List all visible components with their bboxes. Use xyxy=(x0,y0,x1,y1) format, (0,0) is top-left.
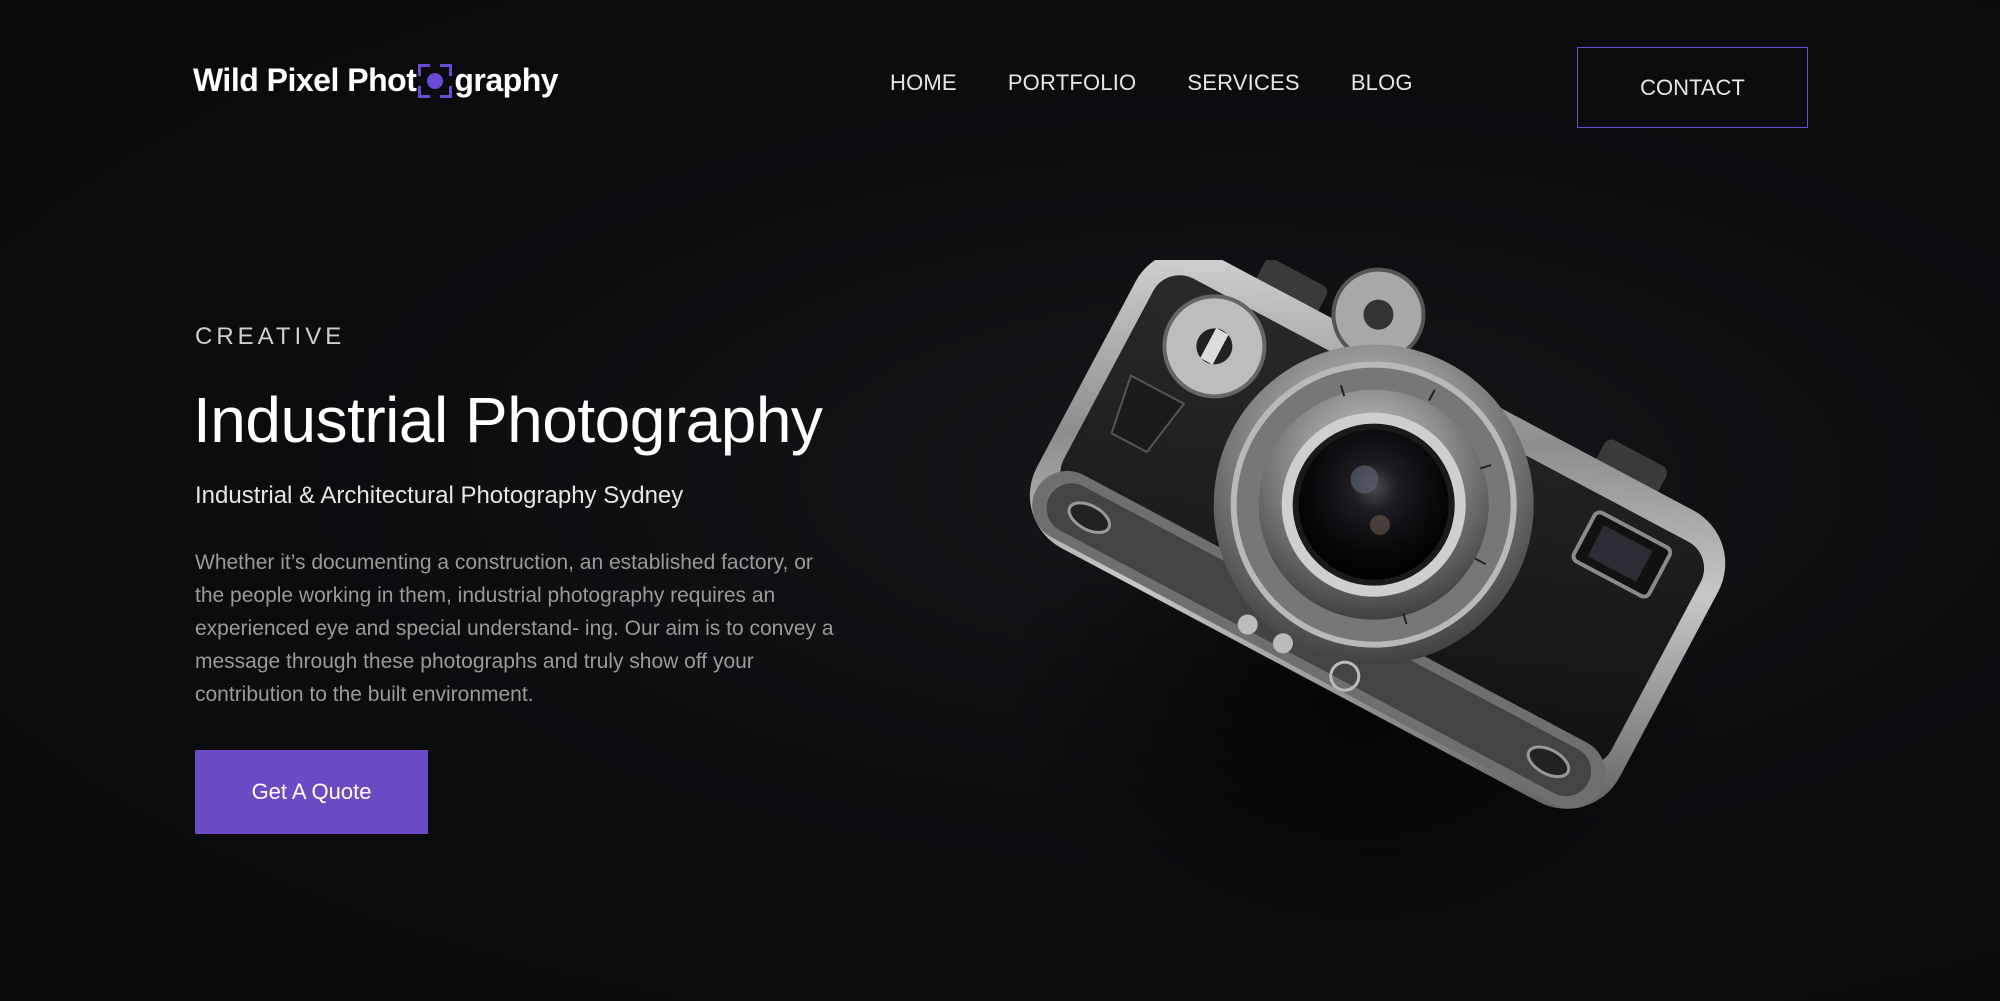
logo-text-end: graphy xyxy=(454,62,559,98)
page-background: Wild Pixel Phot graphy HOME PORTFOLIO SE… xyxy=(0,0,2000,1001)
main-nav: HOME PORTFOLIO SERVICES BLOG xyxy=(890,70,1413,96)
camera-image xyxy=(940,249,1740,980)
nav-blog[interactable]: BLOG xyxy=(1351,70,1413,96)
get-quote-button[interactable]: Get A Quote xyxy=(195,750,428,834)
camera-icon xyxy=(1000,249,1726,960)
hero-title: Industrial Photography xyxy=(193,384,823,456)
nav-portfolio[interactable]: PORTFOLIO xyxy=(1008,70,1137,96)
nav-services[interactable]: SERVICES xyxy=(1187,70,1299,96)
contact-button[interactable]: CONTACT xyxy=(1577,47,1808,128)
site-logo[interactable]: Wild Pixel Phot graphy xyxy=(193,62,559,99)
logo-text-start: Wild Pixel Phot xyxy=(193,62,417,98)
hero-subtitle: Industrial & Architectural Photography S… xyxy=(195,482,684,509)
hero-description: Whether it’s documenting a construction,… xyxy=(195,551,834,706)
nav-home[interactable]: HOME xyxy=(890,70,957,96)
hero-eyebrow: CREATIVE xyxy=(195,323,346,350)
logo-lens-icon xyxy=(418,63,453,98)
